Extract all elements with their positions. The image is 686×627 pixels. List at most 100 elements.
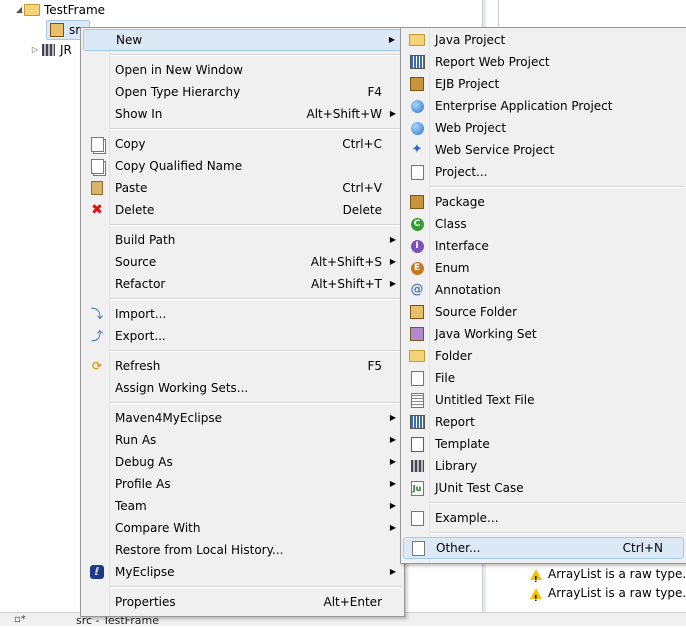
submenu-arrow-icon: ▶ (389, 457, 396, 466)
menu-item-run-as[interactable]: Run As ▶ (83, 429, 402, 451)
menu-separator (111, 298, 402, 300)
menu-item-refresh[interactable]: ⟳ Refresh F5 (83, 355, 402, 377)
myeclipse-icon: ℓ (89, 564, 105, 580)
menu-item-maven4myeclipse[interactable]: Maven4MyEclipse ▶ (83, 407, 402, 429)
menu-item-file[interactable]: File (403, 367, 684, 389)
context-menu: New ▶ Open in New Window Open Type Hiera… (80, 27, 405, 617)
folder-icon (409, 348, 425, 364)
interface-icon: I (409, 238, 425, 254)
menu-item-java-working-set[interactable]: Java Working Set (403, 323, 684, 345)
report-web-project-icon (409, 54, 425, 70)
menu-item-ejb-project[interactable]: EJB Project (403, 73, 684, 95)
menu-item-show-in[interactable]: Show In Alt+Shift+W ▶ (83, 103, 402, 125)
tree-row-jre[interactable]: ▷ JR (30, 40, 72, 60)
menu-item-annotation[interactable]: @ Annotation (403, 279, 684, 301)
menu-item-profile-as[interactable]: Profile As ▶ (83, 473, 402, 495)
new-file-icon: ▫* (14, 614, 26, 625)
copy-icon (89, 136, 105, 152)
annotation-icon: @ (410, 282, 424, 297)
export-icon: ⤴ (90, 329, 103, 343)
menu-separator (111, 350, 402, 352)
menu-item-assign-working-sets[interactable]: Assign Working Sets... (83, 377, 402, 399)
menu-item-web-service-project[interactable]: ✦ Web Service Project (403, 139, 684, 161)
menu-item-interface[interactable]: I Interface (403, 235, 684, 257)
menu-item-example[interactable]: Example... (403, 507, 684, 529)
submenu-arrow-icon: ▶ (388, 35, 395, 44)
package-icon (409, 194, 425, 210)
menu-item-package[interactable]: Package (403, 191, 684, 213)
submenu-arrow-icon: ▶ (389, 479, 396, 488)
jre-label: JR (60, 43, 72, 57)
text-file-icon (409, 392, 425, 408)
problem-text: ArrayList is a raw type. I (548, 567, 686, 581)
menu-item-refactor[interactable]: Refactor Alt+Shift+T ▶ (83, 273, 402, 295)
refresh-icon: ⟳ (91, 359, 103, 373)
menu-item-report[interactable]: Report (403, 411, 684, 433)
problem-row[interactable]: ArrayList is a raw type. I (530, 583, 686, 609)
menu-separator (431, 186, 684, 188)
menu-item-enterprise-application-project[interactable]: Enterprise Application Project (403, 95, 684, 117)
menu-item-delete[interactable]: ✖ Delete Delete (83, 199, 402, 221)
problem-row[interactable]: ArrayList is a raw type. I (530, 564, 686, 590)
menu-item-new[interactable]: New ▶ (83, 29, 402, 51)
menu-item-open-type-hierarchy[interactable]: Open Type Hierarchy F4 (83, 81, 402, 103)
menu-item-untitled-text-file[interactable]: Untitled Text File (403, 389, 684, 411)
menu-item-import[interactable]: ⤵ Import... (83, 303, 402, 325)
menu-item-report-web-project[interactable]: Report Web Project (403, 51, 684, 73)
ejb-project-icon (409, 76, 425, 92)
import-icon: ⤵ (90, 307, 103, 321)
panel-border (498, 0, 499, 30)
template-icon (409, 436, 425, 452)
menu-item-paste[interactable]: Paste Ctrl+V (83, 177, 402, 199)
menu-item-java-project[interactable]: Java Project (403, 29, 684, 51)
menu-separator (431, 502, 684, 504)
menu-item-copy[interactable]: Copy Ctrl+C (83, 133, 402, 155)
submenu-arrow-icon: ▶ (389, 435, 396, 444)
java-project-icon (409, 32, 425, 48)
submenu-arrow-icon: ▶ (389, 523, 396, 532)
project-wizard-icon (409, 164, 425, 180)
menu-separator (111, 586, 402, 588)
warning-icon (530, 587, 542, 609)
menu-item-source[interactable]: Source Alt+Shift+S ▶ (83, 251, 402, 273)
warning-icon (530, 568, 542, 590)
submenu-arrow-icon: ▶ (389, 567, 396, 576)
example-icon (409, 510, 425, 526)
web-project-icon (409, 120, 425, 136)
menu-item-other[interactable]: Other... Ctrl+N (403, 537, 684, 559)
expand-arrow-icon[interactable]: ◢ (14, 0, 24, 20)
menu-item-export[interactable]: ⤴ Export... (83, 325, 402, 347)
menu-item-enum[interactable]: E Enum (403, 257, 684, 279)
other-wizard-icon (410, 540, 426, 556)
paste-icon (89, 180, 105, 196)
menu-item-project[interactable]: Project... (403, 161, 684, 183)
menu-item-debug-as[interactable]: Debug As ▶ (83, 451, 402, 473)
menu-item-source-folder[interactable]: Source Folder (403, 301, 684, 323)
menu-separator (111, 54, 402, 56)
submenu-arrow-icon: ▶ (389, 413, 396, 422)
menu-separator (431, 532, 684, 534)
problem-text: ArrayList is a raw type. I (548, 586, 686, 600)
collapse-arrow-icon[interactable]: ▷ (30, 40, 40, 60)
enum-icon: E (409, 260, 425, 276)
menu-item-folder[interactable]: Folder (403, 345, 684, 367)
menu-item-library[interactable]: Library (403, 455, 684, 477)
menu-item-build-path[interactable]: Build Path ▶ (83, 229, 402, 251)
menu-item-team[interactable]: Team ▶ (83, 495, 402, 517)
tree-row-project[interactable]: ◢ TestFrame (14, 0, 105, 20)
menu-item-web-project[interactable]: Web Project (403, 117, 684, 139)
submenu-arrow-icon: ▶ (389, 257, 396, 266)
menu-item-class[interactable]: C Class (403, 213, 684, 235)
menu-item-properties[interactable]: Properties Alt+Enter (83, 591, 402, 613)
menu-item-myeclipse[interactable]: ℓ MyEclipse ▶ (83, 561, 402, 583)
menu-item-copy-qualified-name[interactable]: Copy Qualified Name (83, 155, 402, 177)
file-icon (409, 370, 425, 386)
menu-separator (111, 128, 402, 130)
menu-item-open-in-new-window[interactable]: Open in New Window (83, 59, 402, 81)
library-icon (409, 458, 425, 474)
project-label: TestFrame (44, 3, 106, 17)
menu-item-junit-test-case[interactable]: Ju JUnit Test Case (403, 477, 684, 499)
menu-item-restore-from-local-history[interactable]: Restore from Local History... (83, 539, 402, 561)
menu-item-compare-with[interactable]: Compare With ▶ (83, 517, 402, 539)
menu-item-template[interactable]: Template (403, 433, 684, 455)
